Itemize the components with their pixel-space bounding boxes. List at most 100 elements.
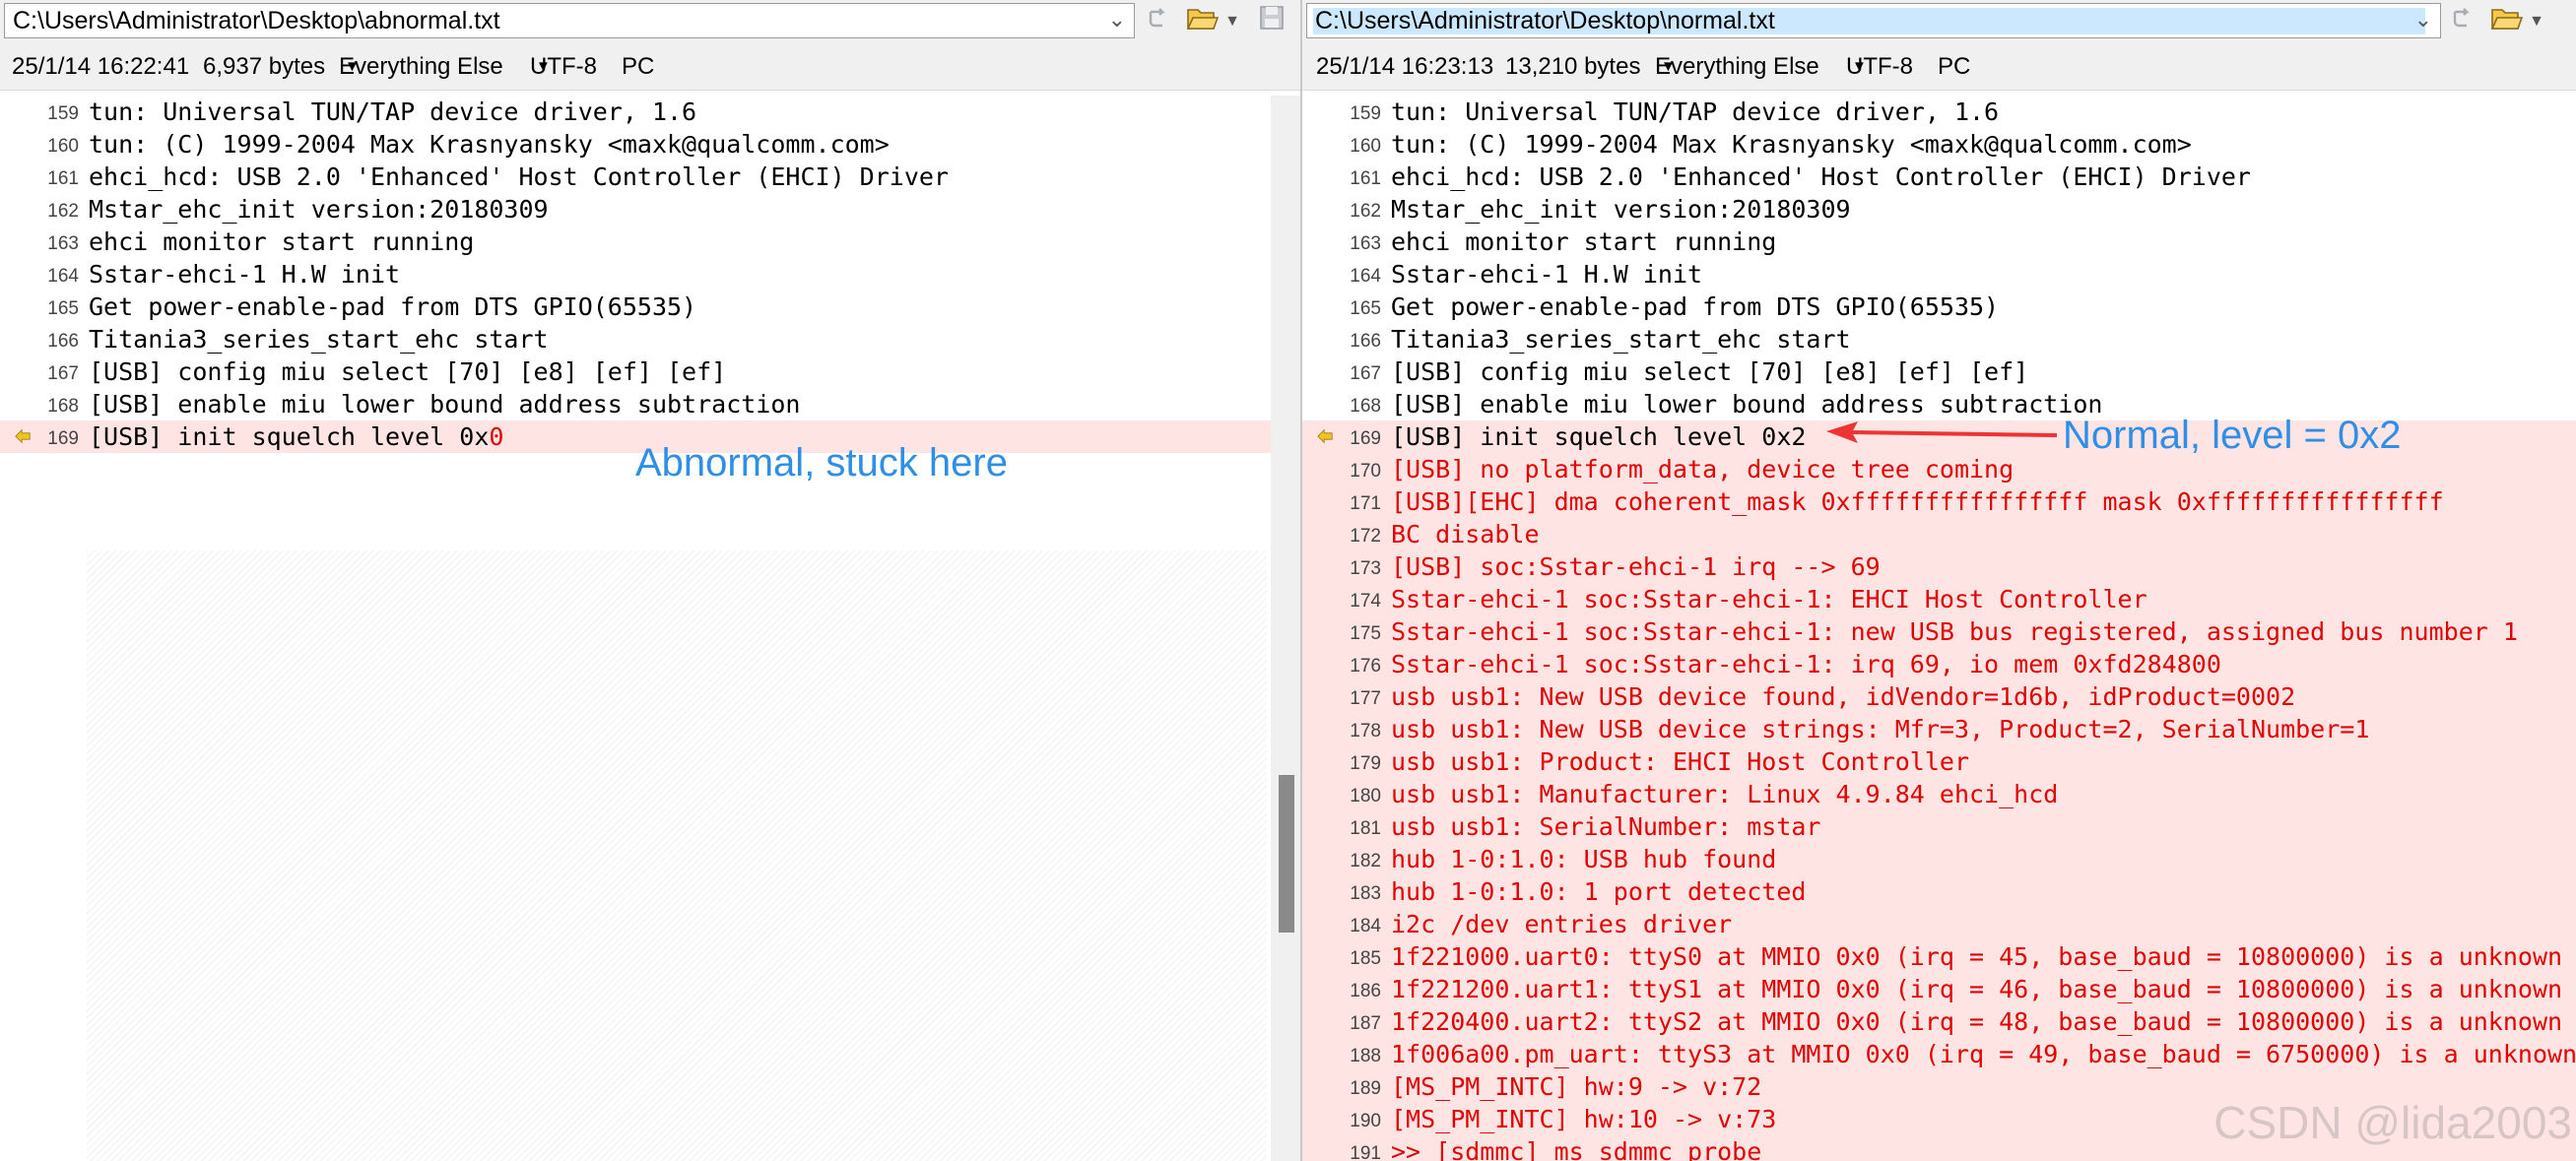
line-text: Get power-enable-pad from DTS GPIO(65535… [89,292,697,321]
editor-line[interactable]: 186 1f221200.uart1: ttyS1 at MMIO 0x0 (ir… [1302,973,2576,1005]
editor-line[interactable]: 165 Get power-enable-pad from DTS GPIO(65… [1302,290,2576,323]
editor-line[interactable]: 168 [USB] enable miu lower bound address … [0,388,1300,420]
left-missing-lines-area [87,550,1267,1161]
line-text: tun: Universal TUN/TAP device driver, 1.… [1391,97,2000,126]
editor-line[interactable]: 180 usb usb1: Manufacturer: Linux 4.9.84 … [1302,778,2576,810]
editor-line[interactable]: 173 [USB] soc:Sstar-ehci-1 irq --> 69 [1302,550,2576,583]
editor-line[interactable]: 183 hub 1-0:1.0: 1 port detected [1302,875,2576,908]
left-file-type: Everything Else [339,53,503,80]
left-pane: C:\Users\Administrator\Desktop\abnormal.… [0,0,1300,1161]
editor-line[interactable]: 159 tun: Universal TUN/TAP device driver,… [0,96,1300,128]
editor-line[interactable]: 185 1f221000.uart0: ttyS0 at MMIO 0x0 (ir… [1302,940,2576,973]
line-number: 187 [1350,1013,1381,1034]
editor-line[interactable]: 171 [USB][EHC] dma coherent_mask 0xffffff… [1302,485,2576,518]
line-number: 161 [47,168,79,189]
line-number: 190 [1350,1111,1381,1131]
line-text: usb usb1: Product: EHCI Host Controller [1391,747,1969,776]
editor-line[interactable]: 182 hub 1-0:1.0: USB hub found [1302,843,2576,875]
line-text: tun: Universal TUN/TAP device driver, 1.… [89,97,697,126]
line-number: 159 [47,103,79,124]
left-vertical-scrollbar[interactable] [1271,96,1300,1161]
editor-line[interactable]: 160 tun: (C) 1999-2004 Max Krasnyansky <m… [1302,128,2576,161]
line-text: [USB] enable miu lower bound address sub… [89,390,801,419]
open-dropdown-icon[interactable]: ▼ [1222,4,1243,39]
diff-line-prefix: [USB] init squelch level 0x [1391,422,1792,451]
editor-line[interactable]: 177 usb usb1: New USB device found, idVen… [1302,680,2576,713]
editor-line[interactable]: 178 usb usb1: New USB device strings: Mfr… [1302,713,2576,745]
editor-line[interactable]: 162 Mstar_ehc_init version:20180309 [0,193,1300,226]
left-file-size: 6,937 bytes [203,53,326,80]
line-text: BC disable [1391,520,1540,548]
line-text: 1f220400.uart2: ttyS2 at MMIO 0x0 (irq =… [1391,1007,2563,1036]
line-number: 176 [1350,656,1381,677]
editor-line[interactable]: 184 i2c /dev entries driver [1302,908,2576,940]
editor-line[interactable]: 164 Sstar-ehci-1 H.W init [0,258,1300,290]
sync-icon[interactable] [2445,4,2482,39]
line-number: 182 [1350,851,1381,871]
line-number: 188 [1350,1046,1381,1066]
line-number: 162 [47,201,79,222]
line-number: 161 [1350,168,1381,189]
editor-line[interactable]: 167 [USB] config miu select [70] [e8] [ef… [0,355,1300,388]
editor-line[interactable]: 187 1f220400.uart2: ttyS2 at MMIO 0x0 (ir… [1302,1005,2576,1038]
line-text: [USB] enable miu lower bound address sub… [1391,390,2103,419]
chevron-down-icon[interactable]: ⌄ [1108,7,1126,32]
line-text: [USB] config miu select [70] [e8] [ef] [… [1391,357,2029,386]
editor-line[interactable]: 165 Get power-enable-pad from DTS GPIO(65… [0,290,1300,323]
line-text: 1f006a00.pm_uart: ttyS3 at MMIO 0x0 (irq… [1391,1040,2576,1068]
chevron-down-icon[interactable]: ⌄ [2414,7,2432,32]
left-annotation: Abnormal, stuck here [635,441,1008,484]
save-icon[interactable] [1253,4,1290,39]
left-path-combobox[interactable]: C:\Users\Administrator\Desktop\abnormal.… [4,3,1135,38]
open-folder-icon[interactable] [2488,4,2526,39]
watermark: CSDN @lida2003 [2213,1097,2572,1148]
line-text: Mstar_ehc_init version:20180309 [89,195,549,224]
editor-line[interactable]: 166 Titania3_series_start_ehc start [1302,323,2576,355]
line-number: 185 [1350,948,1381,969]
line-text: hub 1-0:1.0: 1 port detected [1391,877,1807,906]
editor-line[interactable]: 176 Sstar-ehci-1 soc:Sstar-ehci-1: irq 69… [1302,648,2576,680]
line-number: 174 [1350,591,1381,612]
line-text: Sstar-ehci-1 H.W init [1391,260,1703,289]
line-text: [USB] config miu select [70] [e8] [ef] [… [89,357,727,386]
editor-line[interactable]: 160 tun: (C) 1999-2004 Max Krasnyansky <m… [0,128,1300,161]
left-scroll-thumb[interactable] [1279,775,1294,933]
open-dropdown-icon[interactable]: ▼ [2526,4,2547,39]
line-number: 159 [1350,103,1381,124]
editor-line[interactable]: 167 [USB] config miu select [70] [e8] [ef… [1302,355,2576,388]
editor-line[interactable]: 159 tun: Universal TUN/TAP device driver,… [1302,96,2576,128]
line-text: Get power-enable-pad from DTS GPIO(65535… [1391,292,2000,321]
right-path-combobox[interactable]: C:\Users\Administrator\Desktop\normal.tx… [1306,3,2441,38]
sync-icon[interactable] [1141,4,1178,39]
line-text: [MS_PM_INTC] hw:9 -> v:72 [1391,1072,1762,1101]
line-number: 178 [1350,721,1381,742]
arrow-marker-icon [15,428,31,444]
editor-line[interactable]: 163 ehci monitor start running [0,226,1300,258]
editor-line[interactable]: 163 ehci monitor start running [1302,226,2576,258]
open-folder-icon[interactable] [1184,4,1222,39]
line-number: 169 [1350,428,1381,449]
left-editor[interactable]: 159 tun: Universal TUN/TAP device driver,… [0,96,1300,1161]
line-text: >> [sdmmc] ms_sdmmc_probe [1391,1137,1762,1161]
diff-line-changed-char: 2 [1791,422,1807,451]
editor-line[interactable]: 166 Titania3_series_start_ehc start [0,323,1300,355]
editor-line[interactable]: 174 Sstar-ehci-1 soc:Sstar-ehci-1: EHCI H… [1302,583,2576,615]
editor-line[interactable]: 175 Sstar-ehci-1 soc:Sstar-ehci-1: new US… [1302,615,2576,648]
line-number: 168 [1350,396,1381,417]
editor-line[interactable]: 188 1f006a00.pm_uart: ttyS3 at MMIO 0x0 (… [1302,1038,2576,1070]
line-text: ehci monitor start running [89,227,475,256]
editor-line[interactable]: 161 ehci_hcd: USB 2.0 'Enhanced' Host Con… [1302,161,2576,193]
line-number: 164 [1350,266,1381,287]
right-editor[interactable]: 159 tun: Universal TUN/TAP device driver,… [1302,96,2576,1161]
line-number: 167 [47,363,79,384]
line-text: Titania3_series_start_ehc start [1391,325,1851,354]
editor-line[interactable]: 172 BC disable [1302,518,2576,550]
editor-line[interactable]: 179 usb usb1: Product: EHCI Host Controll… [1302,745,2576,778]
editor-line[interactable]: 162 Mstar_ehc_init version:20180309 [1302,193,2576,226]
editor-line[interactable]: 161 ehci_hcd: USB 2.0 'Enhanced' Host Con… [0,161,1300,193]
editor-line[interactable]: 181 usb usb1: SerialNumber: mstar [1302,810,2576,843]
right-pane: C:\Users\Administrator\Desktop\normal.tx… [1302,0,2576,1161]
editor-line[interactable]: 164 Sstar-ehci-1 H.W init [1302,258,2576,290]
line-number: 166 [47,331,79,352]
diff-line-changed-char: 0 [489,422,504,451]
